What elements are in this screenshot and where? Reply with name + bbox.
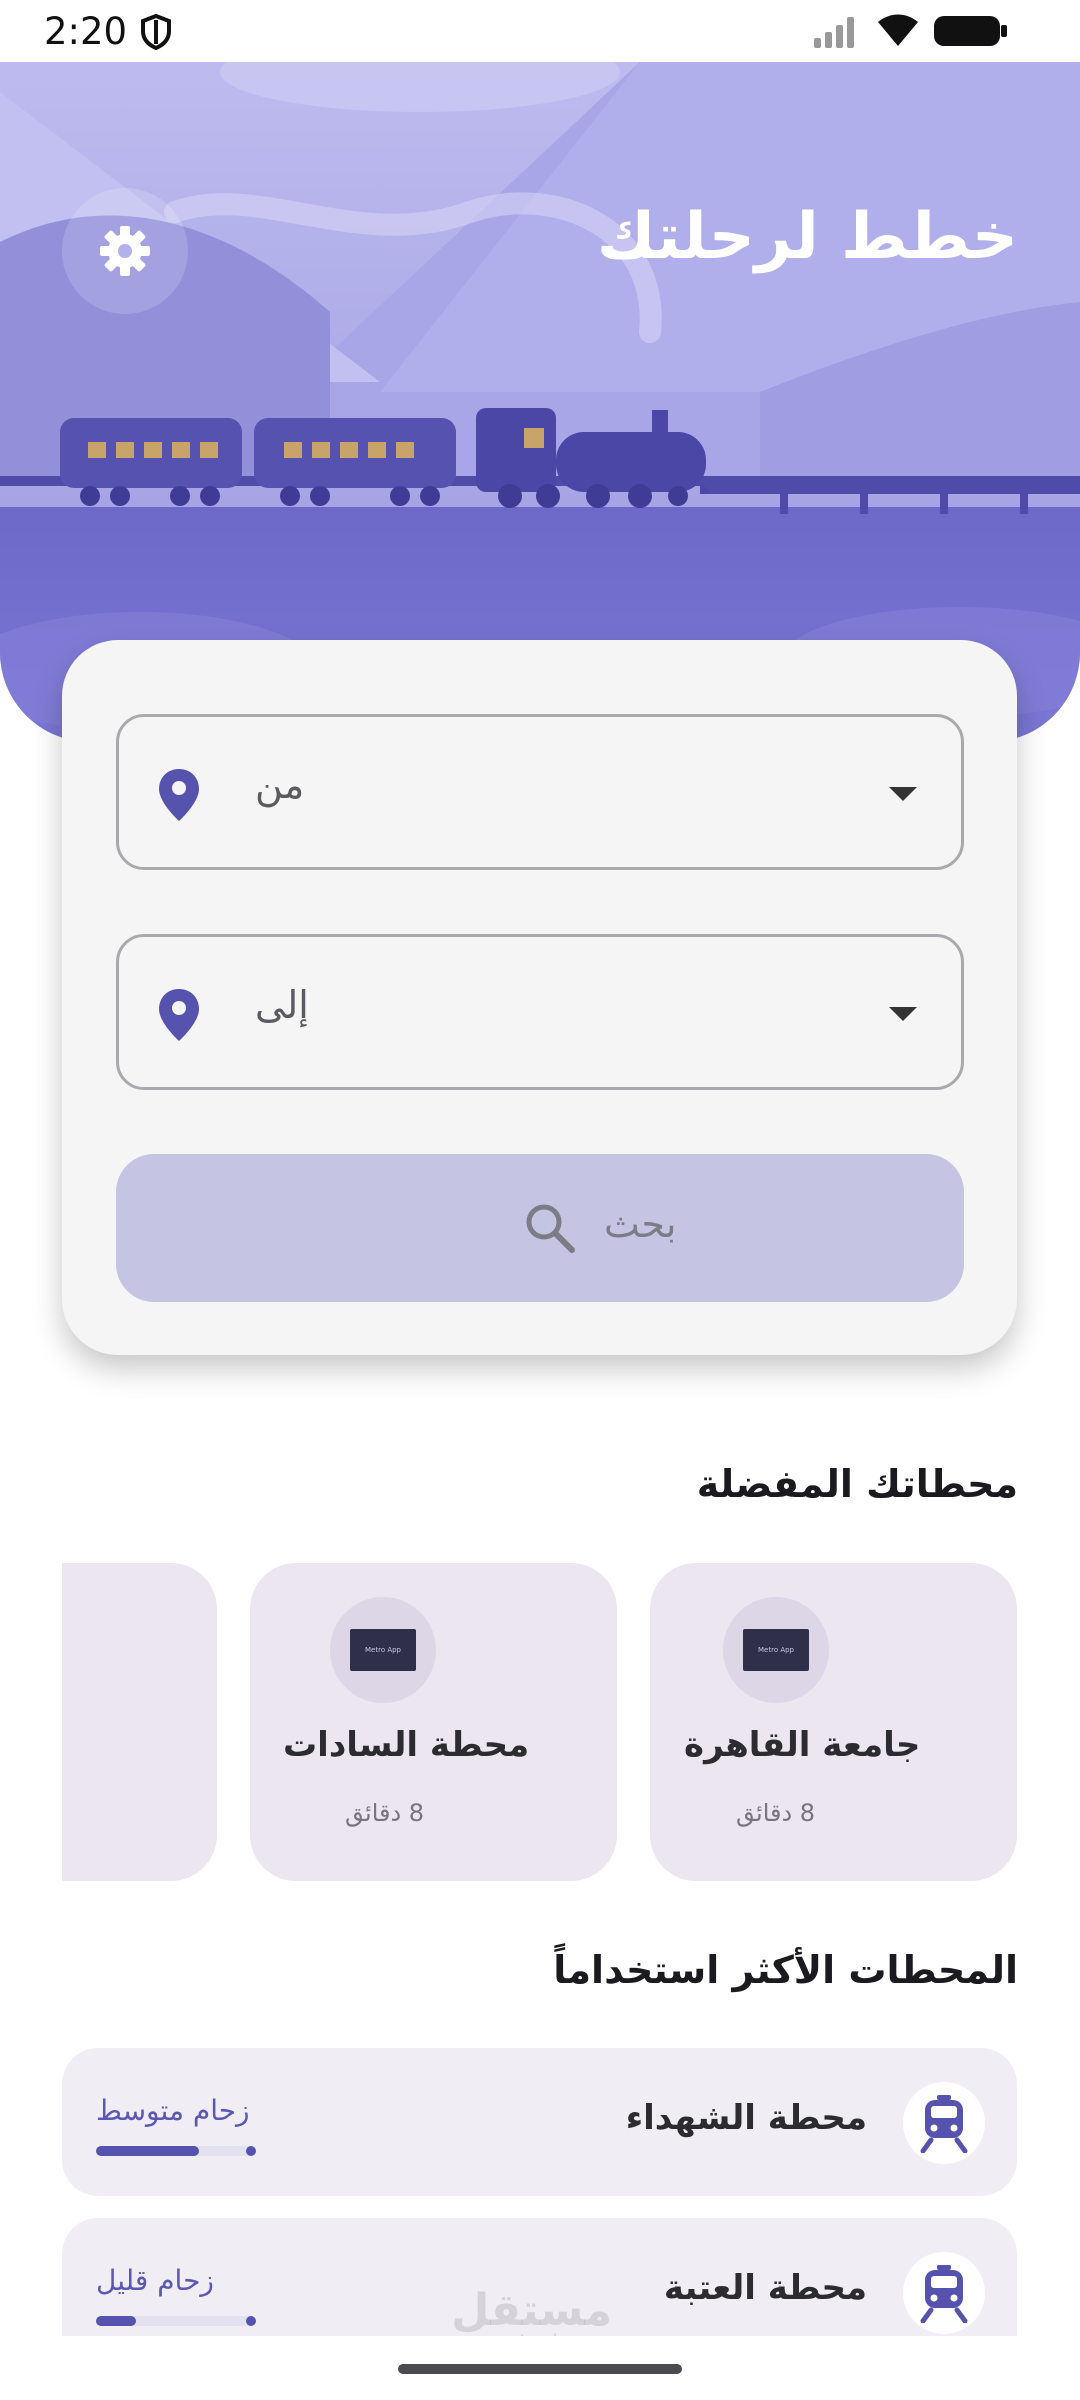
- location-pin-icon: [159, 989, 199, 1041]
- crowd-level-end-dot: [246, 2146, 256, 2156]
- metro-app-thumbnail: Metro App: [743, 1629, 809, 1671]
- station-thumbnail: Metro App: [723, 1597, 829, 1703]
- station-thumbnail: Metro App: [330, 1597, 436, 1703]
- wifi-icon: [878, 14, 918, 46]
- favorites-section-title: محطاتك المفضلة: [696, 1462, 1018, 1506]
- from-station-dropdown[interactable]: من: [116, 714, 964, 870]
- status-time: 2:20: [44, 10, 128, 53]
- to-station-dropdown[interactable]: إلى: [116, 934, 964, 1090]
- trip-search-card: من إلى بحث: [62, 640, 1017, 1355]
- location-pin-icon: [159, 769, 199, 821]
- crowd-level-label: زحام متوسط: [96, 2094, 250, 2127]
- metro-app-thumbnail: Metro App: [350, 1629, 416, 1671]
- train-icon: [920, 2095, 968, 2153]
- crowd-level-label: زحام قليل: [96, 2264, 214, 2297]
- favorite-station-time: 8 دقائق: [736, 1799, 816, 1827]
- cell-signal-icon: [814, 17, 854, 48]
- gear-icon: [100, 226, 150, 276]
- crowd-level-fill: [96, 2146, 199, 2156]
- dropdown-arrow-icon: [889, 1007, 917, 1021]
- train-icon-badge: [903, 2082, 985, 2164]
- favorite-station-card-partial[interactable]: [62, 1563, 217, 1881]
- train-icon-badge: [903, 2252, 985, 2334]
- home-indicator[interactable]: [398, 2364, 682, 2374]
- settings-button[interactable]: [62, 188, 188, 314]
- crowd-level-bar: [96, 2146, 256, 2156]
- station-name: محطة العتبة: [663, 2268, 867, 2308]
- search-button-label: بحث: [604, 1202, 677, 1246]
- to-field-label: إلى: [255, 983, 309, 1027]
- battery-icon: [934, 16, 1007, 46]
- train-icon: [920, 2265, 968, 2323]
- favorite-station-card[interactable]: Metro App محطة السادات 8 دقائق: [250, 1563, 617, 1881]
- favorite-station-name: جامعة القاهرة: [684, 1725, 921, 1765]
- page-title: خطط لرحلتك: [596, 200, 1018, 274]
- search-icon: [526, 1204, 575, 1253]
- status-bar: 2:20: [0, 0, 1080, 62]
- app-screen: 2:20 خطط لرحلتك من إلى بحث محطاتك المفضل…: [0, 0, 1080, 2400]
- search-button[interactable]: بحث: [116, 1154, 964, 1302]
- crowd-level-end-dot: [246, 2316, 256, 2326]
- favorite-station-card[interactable]: Metro App جامعة القاهرة 8 دقائق: [650, 1563, 1017, 1881]
- station-name: محطة الشهداء: [625, 2098, 867, 2138]
- most-used-section-title: المحطات الأكثر استخداماً: [553, 1948, 1018, 1992]
- crowd-level-fill: [96, 2316, 136, 2326]
- watermark-logo-text: مستقل: [451, 2285, 612, 2336]
- shield-icon: [141, 14, 171, 50]
- crowd-level-bar: [96, 2316, 256, 2326]
- dropdown-arrow-icon: [889, 787, 917, 801]
- from-field-label: من: [255, 763, 305, 807]
- favorite-station-name: محطة السادات: [283, 1725, 530, 1765]
- favorite-station-time: 8 دقائق: [345, 1799, 425, 1827]
- most-used-station-row[interactable]: محطة الشهداء زحام متوسط: [62, 2048, 1017, 2196]
